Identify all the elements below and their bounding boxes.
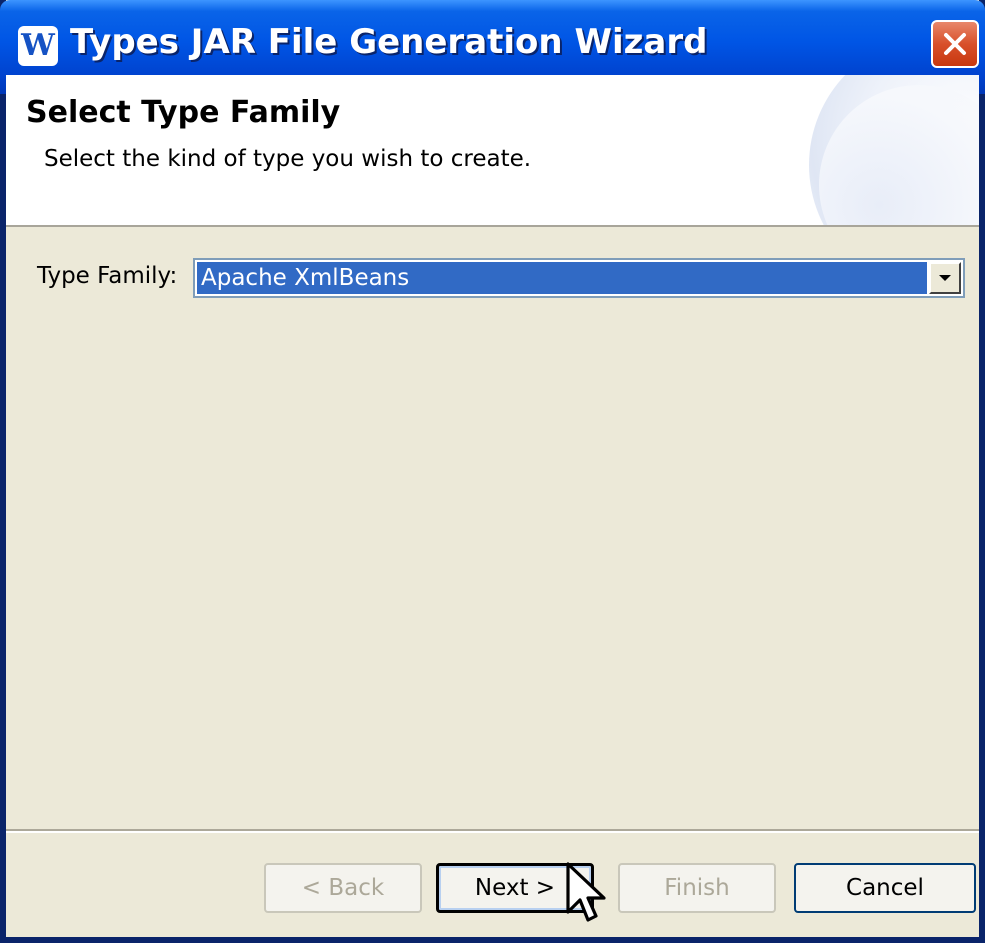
dropdown-arrow-button[interactable] <box>929 262 961 294</box>
window-title: Types JAR File Generation Wizard <box>70 22 708 62</box>
back-button[interactable]: < Back <box>264 863 422 913</box>
wizard-header: Select Type Family Select the kind of ty… <box>6 75 979 227</box>
app-icon-glyph: W <box>21 28 55 63</box>
finish-button[interactable]: Finish <box>618 863 776 913</box>
wizard-window: W Types JAR File Generation Wizard Selec… <box>0 0 985 943</box>
button-bar-separator <box>6 829 979 833</box>
dropdown-arrow-icon <box>939 275 951 281</box>
page-description: Select the kind of type you wish to crea… <box>44 146 532 172</box>
close-button[interactable] <box>931 20 979 68</box>
type-family-label: Type Family: <box>37 263 178 289</box>
close-icon <box>944 33 966 55</box>
page-title: Select Type Family <box>26 95 341 130</box>
type-family-dropdown[interactable]: Apache XmlBeans <box>193 258 965 298</box>
mouse-cursor-icon <box>566 862 606 922</box>
cancel-button[interactable]: Cancel <box>794 863 976 913</box>
type-family-selected-value[interactable]: Apache XmlBeans <box>197 262 927 294</box>
app-icon: W <box>18 26 58 66</box>
